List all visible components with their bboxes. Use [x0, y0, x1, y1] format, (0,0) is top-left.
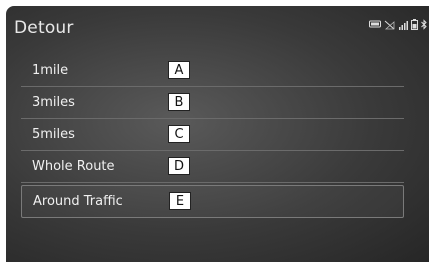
page-title: Detour — [14, 18, 74, 38]
no-signal-icon — [384, 15, 395, 34]
option-label: Around Traffic — [33, 194, 123, 209]
option-label: Whole Route — [32, 159, 115, 174]
status-bar — [369, 15, 427, 34]
callout-label: D — [168, 157, 190, 175]
phone-icon — [369, 20, 381, 30]
option-whole-route[interactable]: Whole Route D — [21, 151, 404, 183]
detour-screen: Detour 1mile A 3miles B 5miles C Whole R… — [6, 6, 429, 262]
bluetooth-icon — [421, 15, 427, 34]
signal-bars-icon — [398, 15, 408, 34]
option-3miles[interactable]: 3miles B — [21, 87, 404, 119]
option-label: 1mile — [32, 63, 69, 78]
detour-options-list: 1mile A 3miles B 5miles C Whole Route D … — [21, 55, 404, 218]
battery-icon — [411, 15, 418, 34]
option-label: 5miles — [32, 127, 75, 142]
option-label: 3miles — [32, 95, 75, 110]
callout-label: B — [168, 93, 190, 111]
option-1mile[interactable]: 1mile A — [21, 55, 404, 87]
callout-label: C — [168, 125, 190, 143]
callout-label: E — [169, 192, 191, 210]
callout-label: A — [168, 61, 190, 79]
option-5miles[interactable]: 5miles C — [21, 119, 404, 151]
option-around-traffic[interactable]: Around Traffic E — [21, 185, 404, 218]
